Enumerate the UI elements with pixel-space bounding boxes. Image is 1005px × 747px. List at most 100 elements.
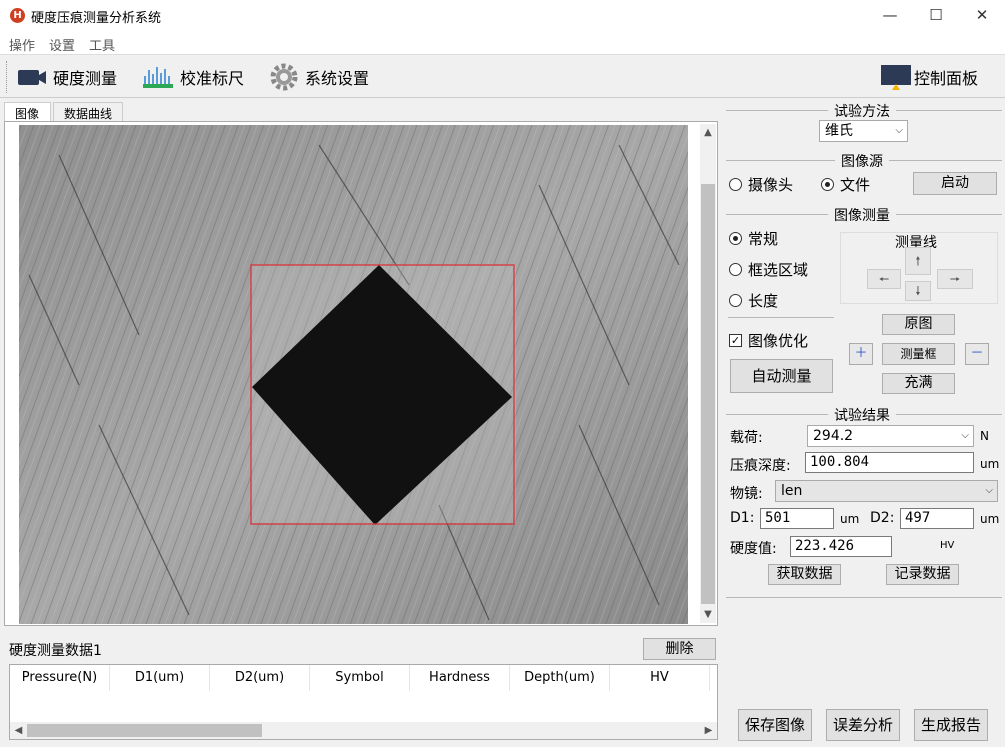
image-vertical-scrollbar[interactable]: ▲ ▼ — [700, 124, 716, 623]
result-divider — [726, 597, 1002, 598]
hardness-field[interactable]: 223.426 — [790, 536, 892, 557]
arrow-right-icon[interactable]: 🠖 — [937, 269, 973, 289]
image-measure-title: 图像测量 — [828, 205, 896, 225]
auto-measure-button[interactable]: 自动测量 — [730, 359, 833, 393]
radio-dot — [821, 178, 834, 191]
menu-settings[interactable]: 设置 — [49, 35, 75, 54]
column-header-hardness[interactable]: Hardness — [410, 665, 510, 691]
zoom-out-icon[interactable]: － — [965, 343, 989, 365]
save-image-button[interactable]: 保存图像 — [738, 709, 812, 741]
hardness-unit: HV — [940, 540, 955, 551]
menu-tools[interactable]: 工具 — [89, 35, 115, 54]
camera-radio[interactable]: 摄像头 — [729, 174, 793, 195]
tab-data-curve[interactable]: 数据曲线 — [53, 102, 123, 122]
monitor-icon — [881, 65, 911, 90]
file-label: 文件 — [840, 176, 871, 194]
delete-button[interactable]: 删除 — [643, 638, 716, 660]
arrow-up-icon[interactable]: 🠕 — [905, 247, 931, 275]
control-panel-label: 控制面板 — [914, 69, 979, 88]
title-bar: H 硬度压痕测量分析系统 — ☐ ✕ — [0, 0, 1005, 32]
system-settings-button[interactable]: 系统设置 — [269, 61, 369, 93]
indent-image — [19, 125, 688, 624]
system-settings-label: 系统设置 — [305, 69, 370, 88]
mode-length-radio[interactable]: 长度 — [729, 290, 778, 311]
scroll-down-icon[interactable]: ▼ — [700, 606, 716, 623]
microscope-image[interactable] — [19, 125, 688, 624]
hardness-measure-button[interactable]: 硬度测量 — [17, 61, 117, 93]
mode-length-label: 长度 — [748, 292, 779, 310]
depth-unit: um — [980, 457, 1000, 471]
measure-line-box: 测量线 🠕 🠗 🠔 🠖 — [840, 232, 998, 304]
table-scroll-thumb[interactable] — [27, 724, 262, 737]
zoom-in-icon[interactable]: ＋ — [849, 343, 873, 365]
column-header-pressure[interactable]: Pressure(N) — [10, 665, 110, 691]
menu-bar: 操作 设置 工具 — [0, 32, 1005, 54]
chevron-down-icon: ⌵ — [985, 485, 993, 496]
test-method-select[interactable]: 维氏 ⌵ — [819, 120, 908, 142]
original-image-button[interactable]: 原图 — [882, 314, 955, 335]
checkmark-icon: ✓ — [729, 334, 742, 347]
radio-dot — [729, 178, 742, 191]
video-camera-icon — [18, 70, 46, 85]
data-table-section: 硬度测量数据1 删除 Pressure(N) D1(um) D2(um) Sym… — [4, 636, 720, 742]
close-button[interactable]: ✕ — [959, 0, 1005, 30]
get-data-button[interactable]: 获取数据 — [768, 564, 841, 585]
data-table-title: 硬度测量数据1 — [9, 643, 102, 659]
window-title: 硬度压痕测量分析系统 — [31, 11, 162, 26]
mode-normal-radio[interactable]: 常规 — [729, 228, 778, 249]
ruler-chart-icon — [143, 67, 173, 88]
toolbar-grip — [6, 61, 9, 93]
image-optimize-checkbox[interactable]: ✓ 图像优化 — [729, 330, 808, 351]
d1-unit: um — [840, 512, 860, 526]
d2-field[interactable]: 497 — [900, 508, 974, 529]
column-header-hv[interactable]: HV — [610, 665, 710, 691]
column-header-depth[interactable]: Depth(um) — [510, 665, 610, 691]
scroll-right-icon[interactable]: ▶ — [700, 722, 717, 739]
tab-image[interactable]: 图像 — [4, 102, 51, 122]
maximize-button[interactable]: ☐ — [913, 0, 959, 30]
generate-report-button[interactable]: 生成报告 — [914, 709, 988, 741]
objective-label: 物镜: — [730, 486, 763, 502]
hardness-label: 硬度值: — [730, 541, 777, 557]
minimize-button[interactable]: — — [867, 0, 913, 30]
control-panel: 试验方法 维氏 ⌵ 图像源 摄像头 文件 启动 图像测量 常规 框选区域 长度 … — [722, 100, 1005, 747]
test-method-group: 试验方法 — [722, 100, 1002, 121]
column-header-symbol[interactable]: Symbol — [310, 665, 410, 691]
scroll-up-icon[interactable]: ▲ — [700, 124, 716, 141]
fill-button[interactable]: 充满 — [882, 373, 955, 394]
mode-box-select-radio[interactable]: 框选区域 — [729, 259, 808, 280]
record-data-button[interactable]: 记录数据 — [886, 564, 959, 585]
control-panel-button[interactable]: 控制面板 — [880, 61, 978, 93]
chevron-down-icon: ⌵ — [895, 125, 903, 136]
scroll-left-icon[interactable]: ◀ — [10, 722, 27, 739]
start-button[interactable]: 启动 — [913, 172, 997, 195]
d1-label: D1: — [730, 510, 755, 526]
radio-dot — [729, 294, 742, 307]
column-header-d1[interactable]: D1(um) — [110, 665, 210, 691]
menu-operate[interactable]: 操作 — [9, 35, 35, 54]
toolbar: 硬度测量 校准标尺 系统设置 控制面板 — [0, 54, 1005, 98]
objective-value: len — [781, 483, 803, 499]
depth-field[interactable]: 100.804 — [805, 452, 974, 473]
calibration-ruler-button[interactable]: 校准标尺 — [142, 61, 244, 93]
data-table: Pressure(N) D1(um) D2(um) Symbol Hardnes… — [9, 664, 718, 740]
app-logo-icon: H — [10, 8, 25, 23]
file-radio[interactable]: 文件 — [821, 174, 870, 195]
table-horizontal-scrollbar[interactable]: ◀ ▶ — [10, 722, 717, 739]
mode-normal-label: 常规 — [748, 230, 779, 248]
error-analysis-button[interactable]: 误差分析 — [826, 709, 900, 741]
chevron-down-icon: ⌵ — [961, 430, 969, 441]
d1-field[interactable]: 501 — [760, 508, 834, 529]
load-select[interactable]: 294.2 ⌵ — [807, 425, 974, 447]
radio-dot — [729, 232, 742, 245]
arrow-left-icon[interactable]: 🠔 — [867, 269, 901, 289]
arrow-down-icon[interactable]: 🠗 — [905, 281, 931, 301]
measure-box-button[interactable]: 测量框 — [882, 343, 955, 365]
column-header-d2[interactable]: D2(um) — [210, 665, 310, 691]
scroll-thumb[interactable] — [701, 184, 715, 604]
image-measure-group: 图像测量 — [722, 204, 1002, 225]
hardness-measure-label: 硬度测量 — [53, 69, 118, 88]
image-source-title: 图像源 — [835, 151, 889, 171]
objective-select[interactable]: len ⌵ — [775, 480, 998, 502]
image-optimize-label: 图像优化 — [748, 332, 809, 350]
